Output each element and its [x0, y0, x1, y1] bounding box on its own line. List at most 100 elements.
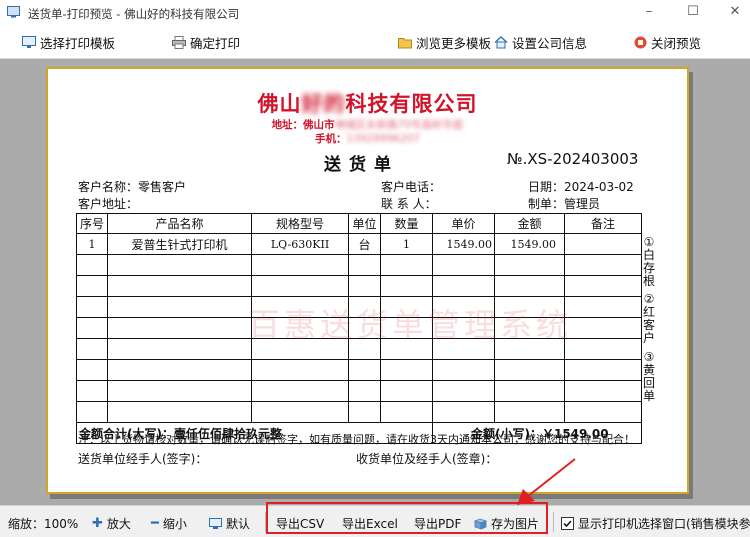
- table-row-empty: [76, 359, 642, 381]
- table-cell: LQ-630KII: [251, 233, 349, 255]
- table-cell: [107, 275, 252, 297]
- table-cell: [432, 401, 495, 423]
- zoom-out-button[interactable]: ━ 缩小: [151, 515, 187, 532]
- table-cell: [76, 380, 108, 402]
- show-printer-dialog-checkbox[interactable]: 显示打印机选择窗口(销售模块参数: [561, 515, 750, 532]
- default-zoom-button[interactable]: 默认: [209, 515, 250, 532]
- company-settings-button[interactable]: 设置公司信息: [494, 33, 587, 51]
- zoom-in-label: 放大: [106, 517, 131, 531]
- zoom-in-button[interactable]: ✚ 放大: [92, 515, 131, 532]
- watermark: 百惠送货单管理系统: [248, 306, 573, 344]
- contact-person: 联 系 人：: [381, 197, 437, 211]
- table-cell: [348, 275, 381, 297]
- select-template-button[interactable]: 选择打印模板: [22, 33, 115, 51]
- company-name: 佛山好的科技有限公司: [48, 88, 687, 118]
- document-date: 日期：2024-03-02: [528, 180, 634, 194]
- table-cell: [76, 317, 108, 339]
- column-header: 金额: [494, 213, 565, 234]
- table-cell: [564, 380, 642, 402]
- show-printer-dialog-label: 显示打印机选择窗口(销售模块参数: [578, 517, 750, 531]
- table-cell: [564, 275, 642, 297]
- company-name-prefix: 佛山: [257, 92, 302, 116]
- table-cell: [76, 254, 108, 276]
- table-cell: [494, 401, 565, 423]
- table-cell: [76, 275, 108, 297]
- maximize-button[interactable]: ☐: [685, 4, 701, 20]
- folder-icon: [398, 37, 412, 48]
- default-zoom-label: 默认: [226, 517, 251, 531]
- default-zoom-icon: [209, 517, 222, 529]
- company-address: 地址：佛山市禅城区永新路70号昌岭华庭: [48, 117, 687, 132]
- table-cell: [107, 380, 252, 402]
- close-preview-button[interactable]: 关闭预览: [634, 33, 701, 51]
- table-cell: [76, 359, 108, 381]
- confirm-print-label: 确定打印: [190, 35, 241, 51]
- address-blurred: 禅城区永新路70号昌岭华庭: [334, 119, 464, 131]
- close-window-button[interactable]: ✕: [727, 4, 743, 20]
- column-header: 规格型号: [251, 213, 349, 234]
- column-header: 备注: [564, 213, 642, 234]
- table-cell: [494, 359, 565, 381]
- close-circle-icon: [634, 36, 647, 48]
- side-note-white-copy: ①白存根: [642, 235, 655, 288]
- minimize-button[interactable]: –: [641, 4, 657, 20]
- app-icon: [7, 6, 20, 18]
- paper-page: 佛山好的科技有限公司 地址：佛山市禅城区永新路70号昌岭华庭 手机：139299…: [46, 67, 689, 494]
- browse-templates-button[interactable]: 浏览更多模板: [398, 33, 491, 51]
- address-label: 地址：佛山市: [271, 119, 335, 131]
- annotation-arrow-icon: [517, 458, 576, 505]
- customer-phone: 客户电话：: [381, 180, 442, 194]
- table-cell: [564, 401, 642, 423]
- table-cell: [564, 254, 642, 276]
- table-cell: [494, 254, 565, 276]
- zoom-level: 缩放：100%: [8, 517, 79, 531]
- checkbox-checked-icon: [561, 517, 574, 530]
- table-cell: [432, 359, 495, 381]
- table-cell: [380, 275, 433, 297]
- status-divider: [553, 512, 554, 532]
- phone-blurred: 13929996207: [346, 133, 421, 145]
- company-settings-label: 设置公司信息: [512, 35, 588, 51]
- table-cell: [107, 359, 252, 381]
- table-cell: [348, 359, 381, 381]
- table-cell: [251, 359, 349, 381]
- table-cell: [432, 254, 495, 276]
- table-cell: [251, 401, 349, 423]
- column-header: 序号: [76, 213, 108, 234]
- table-cell: [494, 380, 565, 402]
- plus-icon: ✚: [92, 516, 103, 531]
- table-cell: [380, 359, 433, 381]
- table-header-row: 序号 产品名称 规格型号 单位 数量 单价 金额 备注: [76, 213, 642, 234]
- table-row-empty: [76, 380, 642, 402]
- sender-signature: 送货单位经手人(签字)：: [78, 452, 208, 466]
- table-cell: [107, 254, 252, 276]
- table-cell: [76, 338, 108, 360]
- select-template-label: 选择打印模板: [40, 35, 116, 51]
- close-preview-label: 关闭预览: [651, 35, 702, 51]
- customer-address: 客户地址：: [78, 197, 139, 211]
- zoom-out-label: 缩小: [162, 517, 187, 531]
- table-cell: [564, 359, 642, 381]
- column-header: 单价: [432, 213, 495, 234]
- table-cell: 1549.00: [432, 233, 495, 255]
- table-cell: [107, 317, 252, 339]
- table-cell: [76, 401, 108, 423]
- table-cell: 爱普生针式打印机: [107, 233, 252, 255]
- table-cell: [564, 317, 642, 339]
- receiver-signature: 收货单位及经手人(签章)：: [356, 452, 498, 466]
- toolbar: 选择打印模板 确定打印 浏览更多模板 设置公司信息 关闭预览: [0, 26, 750, 59]
- table-cell: [251, 254, 349, 276]
- table-cell: [380, 380, 433, 402]
- table-cell: 台: [348, 233, 381, 255]
- table-cell: [107, 338, 252, 360]
- customer-name: 客户名称：零售客户: [78, 180, 187, 194]
- side-note-red-copy: ②红客户: [642, 292, 655, 345]
- table-cell: [348, 254, 381, 276]
- title-bar: 送货单-打印预览 - 佛山好的科技有限公司 – ☐ ✕: [0, 0, 750, 26]
- confirm-print-button[interactable]: 确定打印: [172, 33, 240, 51]
- window-title: 送货单-打印预览 - 佛山好的科技有限公司: [28, 7, 240, 21]
- table-cell: [107, 401, 252, 423]
- table-cell: [348, 380, 381, 402]
- table-cell: [564, 296, 642, 318]
- table-row: 1 爱普生针式打印机 LQ-630KII 台 1 1549.00 1549.00: [76, 233, 642, 255]
